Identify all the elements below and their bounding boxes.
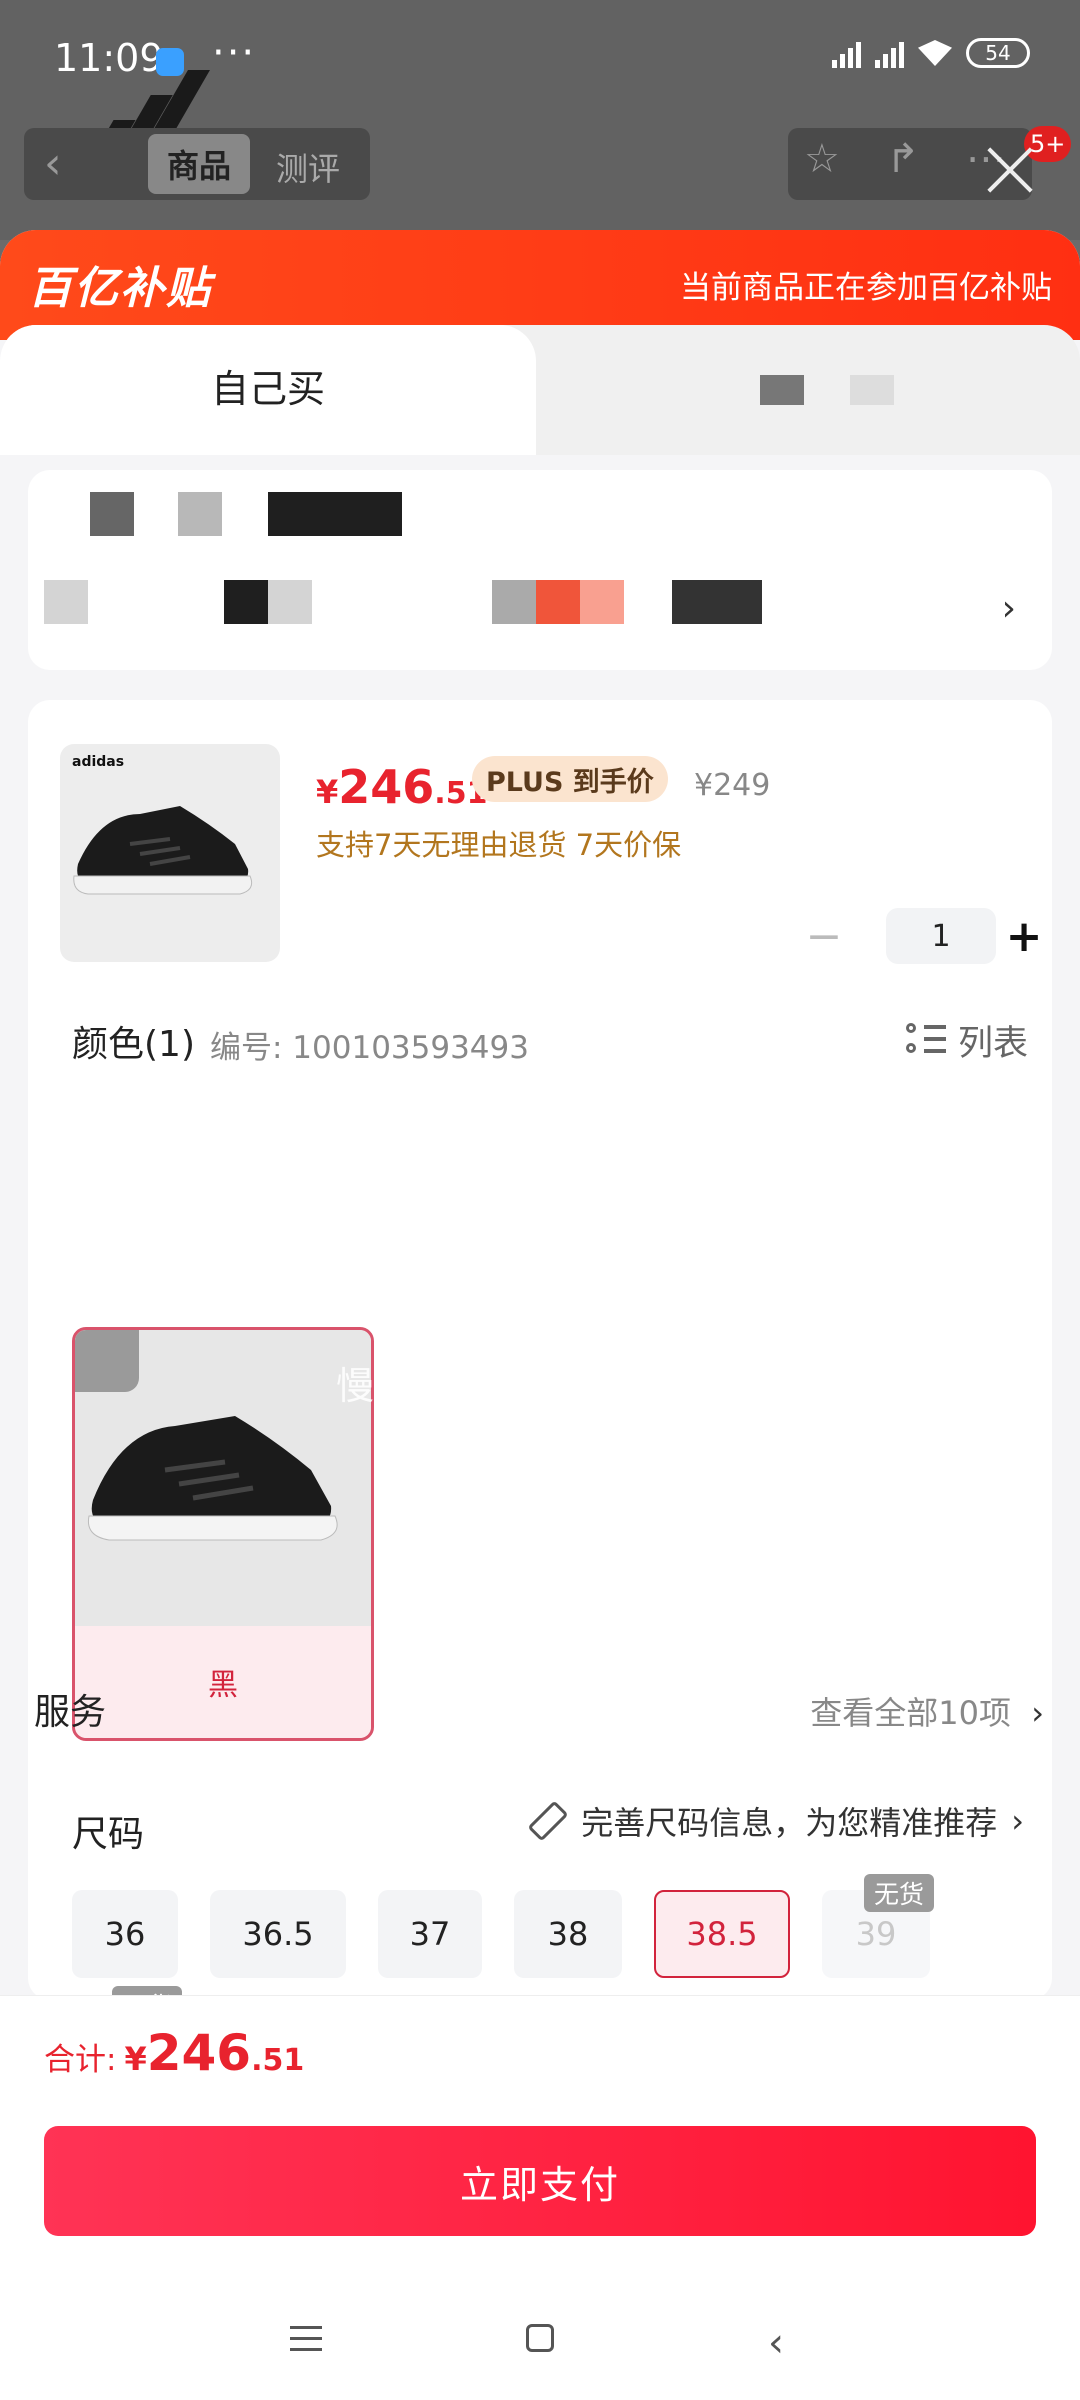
redacted-block bbox=[178, 492, 222, 536]
more-notifications-icon: ··· bbox=[212, 30, 257, 76]
color-variant-option[interactable]: 黑 bbox=[72, 1327, 374, 1741]
price-integer: 246 bbox=[338, 760, 435, 814]
redacted-block bbox=[268, 580, 312, 624]
star-icon[interactable]: ☆ bbox=[804, 136, 840, 182]
total-integer: 246 bbox=[146, 2024, 252, 2082]
signal-icon bbox=[832, 38, 861, 68]
list-view-toggle[interactable]: 列表 bbox=[905, 1015, 1028, 1066]
quantity-plus-button[interactable]: + bbox=[998, 908, 1050, 964]
guarantee-text: 支持7天无理由退货 7天价保 bbox=[316, 828, 682, 862]
size-option-38[interactable]: 38 bbox=[514, 1890, 622, 1978]
wifi-icon bbox=[918, 40, 952, 66]
signal-icon-2 bbox=[875, 38, 904, 68]
product-card: adidas ¥ 246 .51 PLUS 到手价 ¥249 支持7天无理由退货… bbox=[28, 700, 1052, 2090]
share-icon[interactable]: ↱ bbox=[886, 136, 920, 182]
size-option-36[interactable]: 36 bbox=[72, 1890, 178, 1978]
quantity-field[interactable]: 1 bbox=[886, 908, 996, 964]
size-option-36-5[interactable]: 36.5 bbox=[210, 1890, 346, 1978]
service-view-all-text: 查看全部10项 bbox=[810, 1694, 1012, 1732]
chevron-right-icon: › bbox=[1011, 1802, 1024, 1840]
out-of-stock-tag: 无货 bbox=[864, 1874, 935, 1912]
ruler-icon bbox=[527, 1800, 569, 1842]
checkout-footer: 合计: ¥ 246 .51 立即支付 ‹ bbox=[0, 1995, 1080, 2400]
quantity-stepper: − 1 + bbox=[798, 908, 1048, 964]
close-icon[interactable] bbox=[980, 140, 1040, 200]
battery-icon: 54 bbox=[966, 38, 1030, 68]
chevron-right-icon: › bbox=[1031, 1694, 1044, 1732]
order-total: 合计: ¥ 246 .51 bbox=[44, 2024, 304, 2082]
list-toggle-label: 列表 bbox=[957, 1024, 1028, 1064]
total-decimal: .51 bbox=[251, 2043, 305, 2078]
pay-now-button[interactable]: 立即支付 bbox=[44, 2126, 1036, 2236]
redacted-block bbox=[44, 580, 88, 624]
status-icons: 54 bbox=[832, 38, 1030, 68]
shoe-image bbox=[73, 806, 253, 895]
size-recommend-text: 完善尺码信息，为您精准推荐 bbox=[581, 1804, 998, 1842]
original-price: ¥249 bbox=[694, 768, 771, 803]
redacted-block bbox=[492, 580, 536, 624]
tab-buy-self[interactable]: 自己买 bbox=[0, 325, 536, 455]
service-view-all-link[interactable]: 查看全部10项 › bbox=[810, 1688, 1044, 1734]
chevron-right-icon: › bbox=[1001, 588, 1016, 629]
menu-icon[interactable] bbox=[290, 2326, 322, 2352]
home-icon[interactable] bbox=[526, 2324, 554, 2352]
subsidy-notice: 当前商品正在参加百亿补贴 bbox=[680, 270, 1052, 306]
service-section-title: 服务 bbox=[34, 1692, 107, 1733]
variant-label: 黑 bbox=[75, 1626, 371, 1738]
total-currency: ¥ bbox=[124, 2040, 147, 2078]
plus-price-tag: PLUS 到手价 bbox=[472, 756, 668, 802]
address-card[interactable]: › bbox=[28, 470, 1052, 670]
back-icon[interactable]: ‹ bbox=[44, 138, 62, 189]
list-icon bbox=[905, 1022, 946, 1059]
system-nav-bar: ‹ bbox=[0, 2306, 1080, 2400]
tab-review[interactable]: 测评 bbox=[276, 144, 340, 190]
color-section-title: 颜色(1) bbox=[72, 1024, 195, 1065]
size-recommend-link[interactable]: 完善尺码信息，为您精准推荐 › bbox=[527, 1798, 1024, 1844]
size-option-37[interactable]: 37 bbox=[378, 1890, 482, 1978]
watermark-text: 慢星人6973761R1 bbox=[336, 1364, 682, 1408]
brand-badge-icon bbox=[75, 1330, 139, 1392]
price-currency: ¥ bbox=[316, 773, 339, 811]
thumb-brand-logo: adidas bbox=[72, 754, 125, 770]
redacted-block bbox=[580, 580, 624, 624]
subsidy-banner: 百亿补贴 当前商品正在参加百亿补贴 bbox=[0, 230, 1080, 340]
redacted-block bbox=[90, 492, 134, 536]
unit-price: ¥ 246 .51 bbox=[316, 760, 487, 814]
buy-mode-tabs: 自己买 bbox=[0, 325, 1080, 455]
tab-buy-gift[interactable] bbox=[760, 365, 900, 405]
redacted-block bbox=[224, 580, 268, 624]
quantity-minus-button[interactable]: − bbox=[798, 908, 850, 964]
subsidy-logo: 百亿补贴 bbox=[28, 263, 212, 314]
tab-product[interactable]: 商品 bbox=[148, 134, 250, 194]
size-option-38-5[interactable]: 38.5 bbox=[654, 1890, 790, 1978]
redacted-block bbox=[268, 492, 402, 536]
size-section-title: 尺码 bbox=[72, 1814, 145, 1855]
total-label: 合计: bbox=[44, 2042, 117, 2078]
redacted-block bbox=[536, 580, 580, 624]
product-thumbnail: adidas bbox=[60, 744, 280, 962]
redacted-block bbox=[672, 580, 762, 624]
product-code: 编号: 100103593493 bbox=[210, 1030, 529, 1066]
back-nav-icon[interactable]: ‹ bbox=[768, 2320, 784, 2366]
